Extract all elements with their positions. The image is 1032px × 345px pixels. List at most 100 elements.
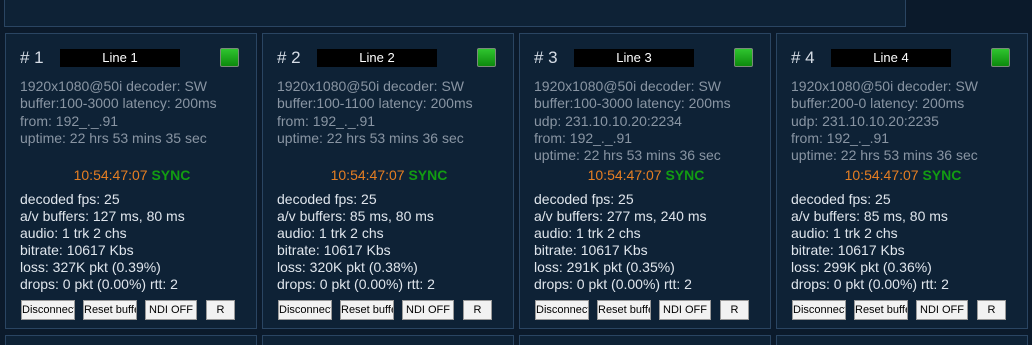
card-actions: Disconnect Reset buffe NDI OFF R [535, 300, 765, 320]
stat-audio: audio: 1 trk 2 chs [534, 225, 641, 241]
line-number: # 2 [277, 48, 301, 67]
disconnect-button[interactable]: Disconnect [21, 300, 75, 320]
stat-drops: drops: 0 pkt (0.00%) rtt: 2 [791, 276, 949, 292]
info-buffer: buffer:200-0 latency: 200ms [791, 95, 965, 112]
top-panel [4, 0, 906, 27]
card-header: # 2 Line 2 [277, 48, 507, 68]
card-header: # 1 Line 1 [20, 48, 250, 68]
line-number: # 3 [534, 48, 558, 67]
card-actions: Disconnect Reset buffe NDI OFF R [792, 300, 1022, 320]
next-row-card [262, 335, 514, 345]
line-number: # 1 [20, 48, 44, 67]
line-number: # 4 [791, 48, 815, 67]
disconnect-button[interactable]: Disconnect [792, 300, 846, 320]
timecode: 10:54:47:07 [73, 167, 148, 183]
stream-info: 1920x1080@50i decoder: SW buffer:200-0 l… [791, 78, 1027, 164]
status-led-icon [220, 48, 239, 67]
info-source: from: 192_._.91 [534, 129, 633, 146]
stat-audio: audio: 1 trk 2 chs [791, 225, 898, 241]
stat-bitrate: bitrate: 10617 Kbs [277, 242, 391, 258]
timecode-row: 10:54:47:07 SYNC [777, 167, 1029, 184]
info-source: from: 192_._.91 [20, 112, 119, 129]
stat-drops: drops: 0 pkt (0.00%) rtt: 2 [20, 276, 178, 292]
card-header: # 3 Line 3 [534, 48, 764, 68]
info-uptime: uptime: 22 hrs 53 mins 36 sec [534, 147, 721, 164]
stat-bitrate: bitrate: 10617 Kbs [791, 242, 905, 258]
reset-buffer-button[interactable]: Reset buffe [597, 300, 651, 320]
timecode: 10:54:47:07 [587, 167, 662, 183]
stream-stats: decoded fps: 25 a/v buffers: 127 ms, 80 … [20, 191, 256, 293]
stream-card-4: # 4 Line 4 1920x1080@50i decoder: SW buf… [776, 33, 1028, 329]
sync-status: SYNC [408, 167, 448, 183]
card-actions: Disconnect Reset buffe NDI OFF R [278, 300, 508, 320]
reset-buffer-button[interactable]: Reset buffe [340, 300, 394, 320]
info-source: from: 192_._.91 [791, 129, 890, 146]
stat-audio: audio: 1 trk 2 chs [20, 225, 127, 241]
stat-bitrate: bitrate: 10617 Kbs [534, 242, 648, 258]
status-led-icon [991, 48, 1010, 67]
info-source: from: 192_._.91 [277, 112, 376, 129]
stat-fps: decoded fps: 25 [20, 191, 120, 207]
info-format: 1920x1080@50i decoder: SW [277, 78, 464, 94]
stat-av-buffers: a/v buffers: 277 ms, 240 ms [534, 208, 707, 224]
info-uptime: uptime: 22 hrs 53 mins 35 sec [20, 129, 207, 146]
stat-av-buffers: a/v buffers: 85 ms, 80 ms [277, 208, 434, 224]
r-button[interactable]: R [977, 300, 1006, 320]
sync-status: SYNC [922, 167, 962, 183]
reset-buffer-button[interactable]: Reset buffe [83, 300, 137, 320]
stat-bitrate: bitrate: 10617 Kbs [20, 242, 134, 258]
info-buffer: buffer:100-3000 latency: 200ms [534, 95, 731, 112]
line-name-label: Line 4 [831, 49, 951, 67]
info-udp: udp: 231.10.10.20:2235 [791, 112, 939, 129]
r-button[interactable]: R [720, 300, 749, 320]
stat-loss: loss: 299K pkt (0.36%) [791, 259, 932, 275]
info-format: 1920x1080@50i decoder: SW [791, 78, 978, 94]
ndi-toggle-button[interactable]: NDI OFF [402, 300, 454, 320]
disconnect-button[interactable]: Disconnect [535, 300, 589, 320]
disconnect-button[interactable]: Disconnect [278, 300, 332, 320]
stat-av-buffers: a/v buffers: 85 ms, 80 ms [791, 208, 948, 224]
next-row-card [776, 335, 1028, 345]
stream-card-3: # 3 Line 3 1920x1080@50i decoder: SW buf… [519, 33, 771, 329]
line-name-label: Line 3 [574, 49, 694, 67]
next-row-card [519, 335, 771, 345]
r-button[interactable]: R [206, 300, 235, 320]
stat-fps: decoded fps: 25 [791, 191, 891, 207]
info-format: 1920x1080@50i decoder: SW [534, 78, 721, 94]
stream-card-1: # 1 Line 1 1920x1080@50i decoder: SW buf… [5, 33, 257, 329]
info-udp: udp: 231.10.10.20:2234 [534, 112, 682, 129]
stat-fps: decoded fps: 25 [534, 191, 634, 207]
stat-loss: loss: 320K pkt (0.38%) [277, 259, 418, 275]
sync-status: SYNC [665, 167, 705, 183]
status-led-icon [477, 48, 496, 67]
line-name-label: Line 1 [60, 49, 180, 67]
timecode-row: 10:54:47:07 SYNC [263, 167, 515, 184]
info-uptime: uptime: 22 hrs 53 mins 36 sec [277, 129, 464, 146]
reset-buffer-button[interactable]: Reset buffe [854, 300, 908, 320]
stream-stats: decoded fps: 25 a/v buffers: 85 ms, 80 m… [791, 191, 1027, 293]
ndi-toggle-button[interactable]: NDI OFF [145, 300, 197, 320]
info-buffer: buffer:100-3000 latency: 200ms [20, 95, 217, 112]
stream-stats: decoded fps: 25 a/v buffers: 85 ms, 80 m… [277, 191, 513, 293]
stat-drops: drops: 0 pkt (0.00%) rtt: 2 [277, 276, 435, 292]
stream-info: 1920x1080@50i decoder: SW buffer:100-300… [20, 78, 256, 147]
info-uptime: uptime: 22 hrs 53 mins 36 sec [791, 147, 978, 164]
timecode-row: 10:54:47:07 SYNC [6, 167, 258, 184]
card-actions: Disconnect Reset buffe NDI OFF R [21, 300, 251, 320]
stat-av-buffers: a/v buffers: 127 ms, 80 ms [20, 208, 185, 224]
timecode-row: 10:54:47:07 SYNC [520, 167, 772, 184]
status-led-icon [734, 48, 753, 67]
ndi-toggle-button[interactable]: NDI OFF [916, 300, 968, 320]
timecode: 10:54:47:07 [844, 167, 919, 183]
r-button[interactable]: R [463, 300, 492, 320]
info-format: 1920x1080@50i decoder: SW [20, 78, 207, 94]
stat-fps: decoded fps: 25 [277, 191, 377, 207]
card-header: # 4 Line 4 [791, 48, 1021, 68]
stat-audio: audio: 1 trk 2 chs [277, 225, 384, 241]
timecode: 10:54:47:07 [330, 167, 405, 183]
stream-card-2: # 2 Line 2 1920x1080@50i decoder: SW buf… [262, 33, 514, 329]
sync-status: SYNC [151, 167, 191, 183]
stat-loss: loss: 327K pkt (0.39%) [20, 259, 161, 275]
next-row-card [5, 335, 257, 345]
ndi-toggle-button[interactable]: NDI OFF [659, 300, 711, 320]
